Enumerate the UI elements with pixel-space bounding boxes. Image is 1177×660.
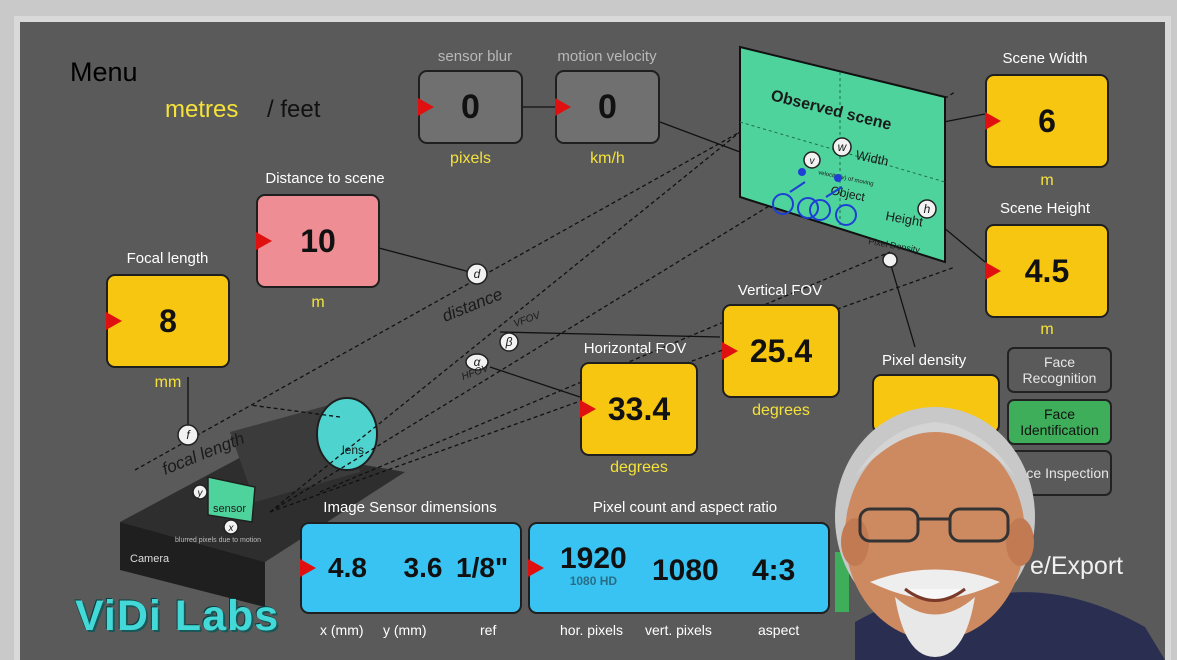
focal-length-input[interactable]: 8	[106, 274, 230, 368]
svg-text:w: w	[838, 140, 848, 154]
input-arrow-icon	[528, 559, 544, 577]
vertical-fov-label: Vertical FOV	[737, 282, 823, 299]
hor-pixels-value: 1920	[560, 542, 627, 575]
sensor-blur-unit: pixels	[450, 150, 491, 167]
svg-text:y: y	[197, 488, 204, 499]
vert-pixels-label: vert. pixels	[645, 622, 712, 638]
vert-pixels-value: 1080	[652, 554, 719, 587]
scene-height-input[interactable]: 4.5	[985, 224, 1109, 318]
distance-diagram-label: distance	[439, 284, 505, 325]
scene-width-unit: m	[1040, 172, 1054, 189]
image-sensor-label: Image Sensor dimensions	[323, 499, 497, 516]
app-screen: lens sensor Camera blurred pixels due to…	[20, 22, 1165, 660]
svg-text:d: d	[474, 267, 481, 281]
menu-button[interactable]: Menu	[70, 57, 138, 88]
input-arrow-icon	[580, 400, 596, 418]
hor-pixels-label: hor. pixels	[560, 622, 624, 638]
scene-height-unit: m	[1040, 321, 1054, 338]
sensor-ref-value: 1/8"	[456, 552, 509, 583]
sensor-label: sensor	[213, 503, 246, 515]
lens-icon	[316, 397, 378, 471]
pd-symbol-icon	[882, 252, 898, 268]
hd-badge: 1080 HD	[569, 574, 618, 588]
horizontal-fov-label: Horizontal FOV	[583, 340, 687, 357]
pixel-count-input[interactable]: 1920 1080 HD 1080 4:3	[528, 522, 830, 614]
scene-width-label: Scene Width	[1002, 50, 1088, 67]
scene-width-input[interactable]: 6	[985, 74, 1109, 168]
input-arrow-icon	[985, 262, 1001, 280]
svg-text:β: β	[505, 335, 513, 349]
distance-unit: m	[311, 294, 325, 311]
scene-height-label: Scene Height	[999, 200, 1091, 217]
presenter-face	[845, 430, 1025, 640]
aspect-label: aspect	[758, 622, 800, 638]
input-arrow-icon	[106, 312, 122, 330]
blur-note: blurred pixels due to motion	[175, 537, 261, 544]
input-arrow-icon	[418, 98, 434, 116]
motion-velocity-unit: km/h	[590, 150, 625, 167]
focal-length-label: Focal length	[126, 250, 209, 267]
distance-label: Distance to scene	[265, 170, 385, 187]
input-arrow-icon	[555, 98, 571, 116]
image-sensor-input[interactable]: 4.8 3.6 1/8"	[300, 522, 522, 614]
focal-length-unit: mm	[154, 374, 182, 391]
sensor-ref-label: ref	[480, 622, 497, 638]
svg-text:h: h	[924, 202, 931, 216]
unit-feet-toggle[interactable]: / feet	[267, 96, 320, 124]
input-arrow-icon	[985, 112, 1001, 130]
presenter-photo	[835, 407, 1165, 660]
input-arrow-icon	[722, 342, 738, 360]
pixel-count-label: Pixel count and aspect ratio	[592, 499, 778, 516]
input-arrow-icon	[256, 232, 272, 250]
aspect-value: 4:3	[752, 554, 796, 587]
sensor-blur-label: sensor blur	[437, 48, 513, 65]
unit-metres-toggle[interactable]: metres	[165, 96, 238, 124]
horizontal-fov-input[interactable]: 33.4	[580, 362, 698, 456]
sensor-blur-input[interactable]: 0	[418, 70, 523, 144]
motion-velocity-input[interactable]: 0	[555, 70, 660, 144]
horizontal-fov-unit: degrees	[610, 459, 668, 476]
distance-input[interactable]: 10	[256, 194, 380, 288]
motion-velocity-label: motion velocity	[557, 48, 657, 65]
svg-text:x: x	[228, 523, 235, 534]
camera-label: Camera	[130, 553, 170, 565]
sensor-y-value: 3.6	[403, 552, 443, 583]
input-arrow-icon	[300, 559, 316, 577]
sensor-x-value: 4.8	[328, 552, 367, 583]
sensor-x-label: x (mm)	[320, 622, 364, 638]
brand-logo: ViDi Labs	[75, 592, 280, 640]
sensor-y-label: y (mm)	[383, 622, 427, 638]
